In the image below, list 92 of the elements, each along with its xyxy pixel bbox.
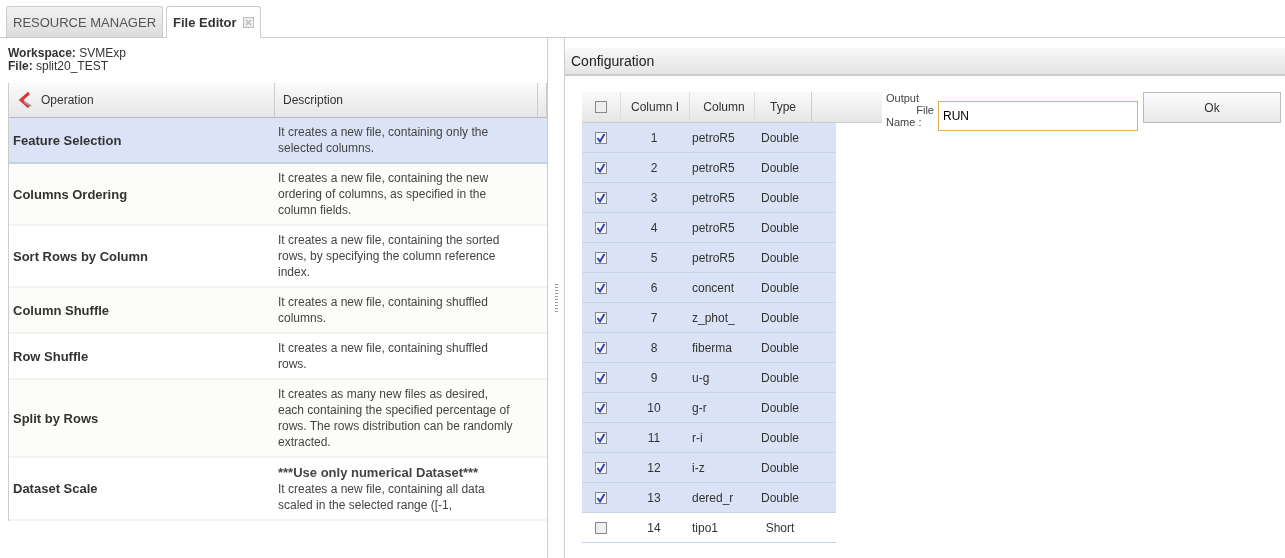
table-cell-text: 9 [649,370,659,385]
field-label: Name : [886,116,923,128]
checkbox[interactable] [595,161,607,174]
operation-description: It creates a new file, containing shuffled columns. [278,294,489,326]
table-cell-text: r-i [691,430,704,445]
table-cell-text: 14 [646,520,662,535]
table-cell-text: 8 [649,340,659,355]
table-cell-text: Short [764,520,796,535]
checkbox[interactable] [595,491,607,504]
operation-row[interactable]: Split by Rows It creates as many new files as desired, each containing the specified percentage of rows. The rows distribution can be randomly extracted. [9,380,547,458]
checkbox[interactable] [595,131,607,144]
column-header[interactable]: Column [689,92,754,122]
table-cell-text: 5 [649,250,659,265]
checkbox[interactable] [595,371,607,384]
table-cell-text: g-r [691,400,708,415]
checkbox[interactable] [595,431,607,444]
table-cell-text: concent [691,280,736,295]
table-cell-text: 10 [646,400,662,415]
operation-description: It creates a new file, containing the new ordering of columns, as specified in the column fields. [278,170,490,218]
operation-name: Dataset Scale [12,481,99,496]
table-cell-text: Double [760,400,800,415]
panel-title: Configuration [565,48,1285,76]
operation-name: Split by Rows [12,410,100,426]
table-cell-text: 4 [649,220,659,235]
table-cell-text: 13 [646,490,662,505]
table-cell-text: Double [760,370,800,385]
table-cell-text: Double [760,130,800,145]
table-cell-text: 3 [649,190,659,205]
table-cell-text: tipo1 [691,520,720,535]
checkbox[interactable] [595,101,607,113]
operation-row[interactable]: Column Shuffle It creates a new file, containing shuffled columns. [9,288,547,334]
operation-name: Columns Ordering [12,186,129,202]
table-cell-text: 12 [646,460,662,475]
ok-button[interactable]: Ok [1143,92,1281,123]
table-cell-text: dered_r [691,490,735,505]
table-cell-text: Double [760,250,800,265]
operation-row[interactable]: Columns Ordering It creates a new file, containing the new ordering of columns, as specified in the column fields. [9,164,547,226]
checkbox[interactable] [595,521,607,534]
checkbox[interactable] [595,401,607,414]
checkbox[interactable] [595,341,607,354]
table-cell-text: 7 [649,310,659,325]
table-cell-text: Double [760,430,800,445]
checkbox[interactable] [595,221,607,234]
output-file-field[interactable]: RUN [938,101,1138,131]
checkbox[interactable] [595,191,607,204]
field-label: File [915,104,934,116]
operation-description: It creates a new file, containing shuffled rows. [278,340,489,372]
column-header[interactable]: Description [275,83,538,117]
operation-name: Row Shuffle [12,348,90,364]
column-header[interactable]: Column I [620,92,689,122]
operation-description: It creates a new file, containing only the selected columns. [278,124,490,156]
table-cell-text: Double [760,280,800,295]
splitter-handle[interactable] [554,284,558,312]
table-cell-text: Double [760,340,800,355]
checkbox[interactable] [595,251,607,264]
table-cell-text: u-g [691,370,711,385]
table-cell-text: petroR5 [691,160,736,175]
table-cell-text: Double [760,220,800,235]
table-cell-text: fiberma [691,340,733,355]
column-header[interactable]: Type [754,92,811,122]
checkbox[interactable] [595,281,607,294]
tab[interactable]: RESOURCE MANAGER [6,6,164,37]
table-cell-text: petroR5 [691,190,736,205]
operation-description: It creates a new file, containing all data scaled in the selected range ([-1, [278,481,486,513]
table-cell-text: 6 [649,280,659,295]
operation-name: Feature Selection [12,132,123,148]
table-cell-text: Double [760,460,800,475]
checkbox[interactable] [595,461,607,474]
column-header[interactable]: Operation [9,83,275,117]
table-cell-text: Double [760,160,800,175]
operation-description: It creates a new file, containing the sorted rows, by specifying the column reference index. [278,232,501,280]
table-cell-text: z_phot_ [691,310,736,325]
table-cell-text: Double [760,490,800,505]
table-cell-text: 11 [646,430,662,445]
table-cell-text: petroR5 [691,130,736,145]
operation-name: Column Shuffle [12,302,111,318]
table-cell-text: petroR5 [691,220,736,235]
info-text: File: split20_TEST [8,60,109,73]
checkbox[interactable] [595,311,607,324]
field-label: Output [886,92,921,104]
table-cell-text: petroR5 [691,250,736,265]
operation-name: Sort Rows by Column [12,248,150,264]
table-cell-text: 1 [649,130,659,145]
operation-description: It creates as many new files as desired, each containing the specified percentage of rows. The rows distribution can be randomly extracted. [278,386,514,450]
table-cell-text: i-z [691,460,706,475]
table-cell-text: 2 [649,160,659,175]
table-cell-text: Double [760,190,800,205]
warning-note: ***Use only numerical Dataset*** [278,464,480,481]
table-cell-text: Double [760,310,800,325]
operation-row[interactable]: Feature Selection It creates a new file, containing only the selected columns. [9,118,547,164]
info-text: Workspace: SVMExp [8,47,127,60]
tab[interactable]: File Editor [166,6,261,38]
